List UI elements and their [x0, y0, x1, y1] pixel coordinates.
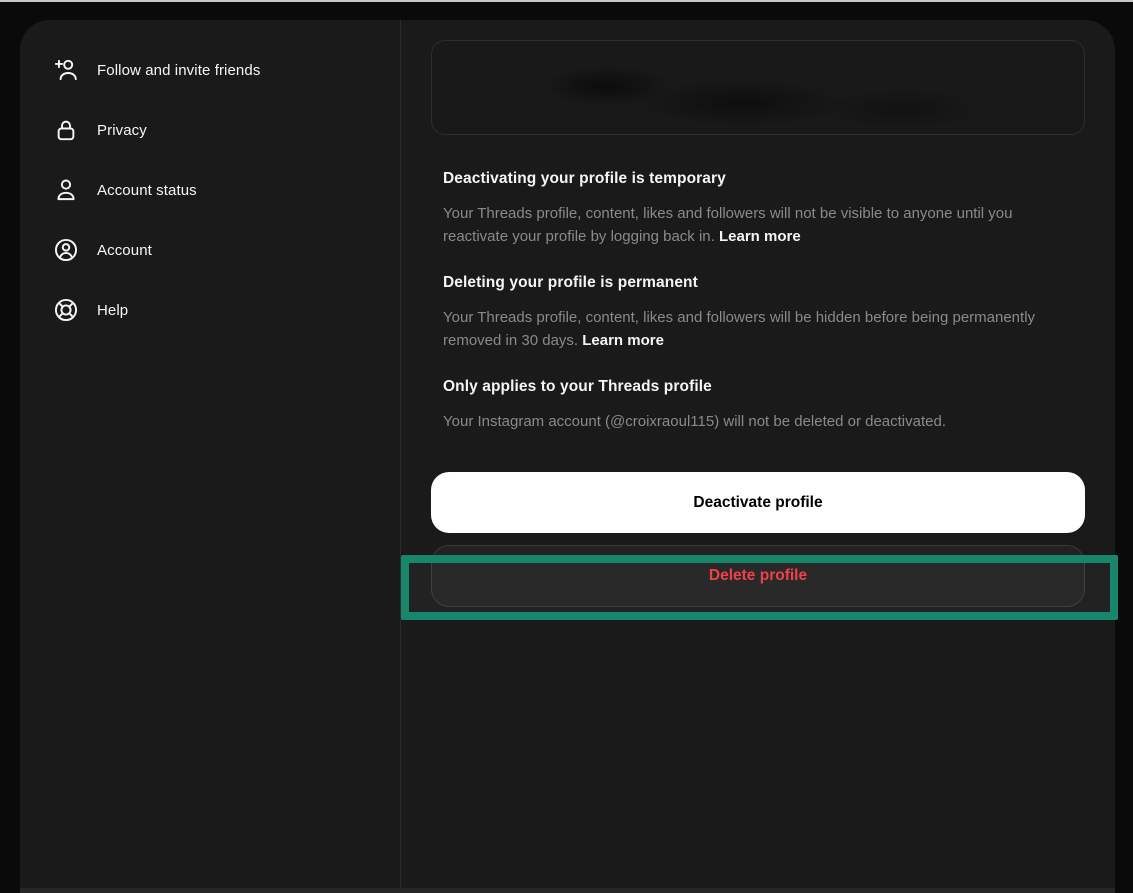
sidebar-content-divider — [400, 20, 401, 888]
sidebar-item-label: Account — [97, 242, 152, 259]
sidebar-item-account-status[interactable]: Account status — [53, 160, 383, 220]
sidebar-item-label: Help — [97, 302, 128, 319]
sidebar-item-follow-and-invite-friends[interactable]: Follow and invite friends — [53, 40, 383, 100]
learn-more-link[interactable]: Learn more — [582, 332, 664, 349]
section-deactivating-temporary: Deactivating your profile is temporary Y… — [443, 170, 1073, 248]
life-ring-icon — [53, 297, 79, 323]
sidebar-item-label: Account status — [97, 182, 197, 199]
section-body-text: Your Instagram account (@croixraoul115) … — [443, 413, 946, 430]
section-body: Your Threads profile, content, likes and… — [443, 306, 1073, 352]
section-heading: Deactivating your profile is temporary — [443, 170, 1073, 188]
sidebar-item-label: Follow and invite friends — [97, 62, 260, 79]
person-icon — [53, 177, 79, 203]
section-body-text: Your Threads profile, content, likes and… — [443, 309, 1035, 349]
section-body: Your Threads profile, content, likes and… — [443, 202, 1073, 248]
section-deleting-permanent: Deleting your profile is permanent Your … — [443, 274, 1073, 352]
section-body: Your Instagram account (@croixraoul115) … — [443, 410, 1073, 433]
window-bottom-edge — [20, 888, 1115, 893]
settings-sidebar: Follow and invite friends Privacy Accoun… — [53, 40, 383, 340]
section-only-applies-threads: Only applies to your Threads profile You… — [443, 378, 1073, 433]
redacted-header-box — [431, 40, 1085, 135]
sidebar-item-privacy[interactable]: Privacy — [53, 100, 383, 160]
sidebar-item-account[interactable]: Account — [53, 220, 383, 280]
lock-icon — [53, 117, 79, 143]
sidebar-item-label: Privacy — [97, 122, 147, 139]
section-heading: Deleting your profile is permanent — [443, 274, 1073, 292]
sidebar-item-help[interactable]: Help — [53, 280, 383, 340]
learn-more-link[interactable]: Learn more — [719, 228, 801, 245]
deactivate-profile-button[interactable]: Deactivate profile — [431, 472, 1085, 533]
window-top-edge — [0, 0, 1133, 2]
person-circle-icon — [53, 237, 79, 263]
info-sections: Deactivating your profile is temporary Y… — [443, 170, 1073, 459]
delete-profile-button[interactable]: Delete profile — [431, 545, 1085, 607]
add-person-icon — [53, 57, 79, 83]
section-heading: Only applies to your Threads profile — [443, 378, 1073, 396]
